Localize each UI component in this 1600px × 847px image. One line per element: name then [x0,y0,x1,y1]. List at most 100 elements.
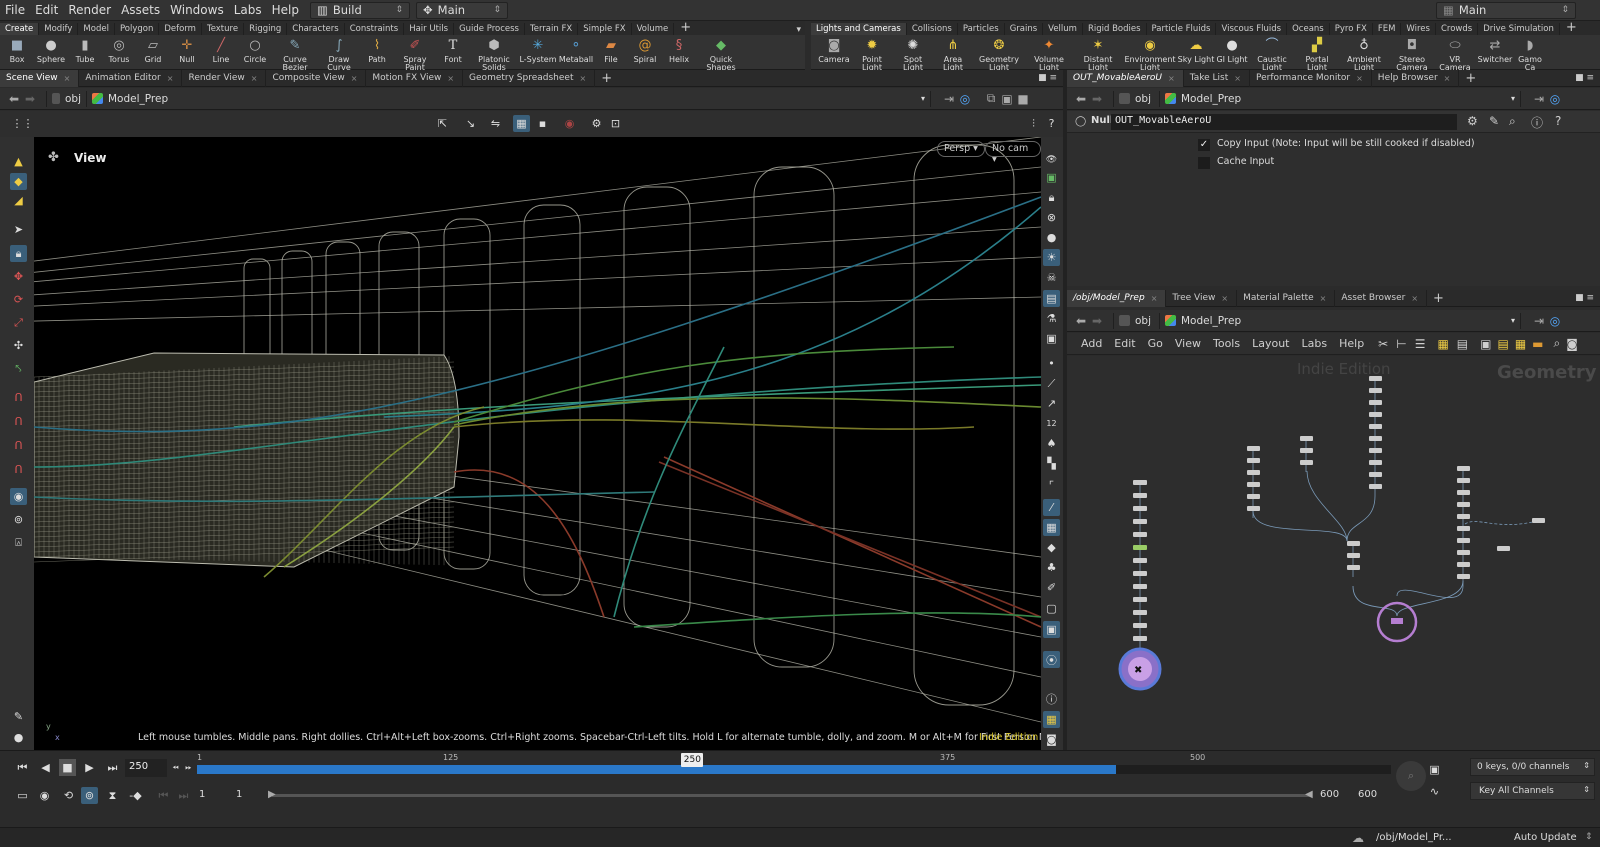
tool-path[interactable]: ⌇ Path [360,35,394,64]
tab-asset-browser[interactable]: Asset Browser × [1335,289,1428,307]
leaf-icon[interactable]: ♣ [1043,559,1060,576]
network-menu-help[interactable]: Help [1339,337,1364,350]
close-icon[interactable]: × [1356,74,1363,83]
tool-gamo-ca[interactable]: ◗ Gamo Ca [1515,35,1545,73]
menu-render[interactable]: Render [63,3,116,17]
record-icon[interactable]: ◉ [561,115,578,132]
stop-icon[interactable]: ■ [59,759,76,776]
viewport[interactable]: ✤ View Persp ▾ No cam ▾ Left mouse tumbl… [34,137,1041,750]
add-shelf-tab-button[interactable]: + [1560,20,1583,35]
close-circle-icon[interactable]: ⊗ [1043,209,1060,226]
tool-line[interactable]: ╱ Line [204,35,238,64]
network-menu-add[interactable]: Add [1081,337,1102,350]
forward-arrow-icon[interactable]: ➡ [1089,314,1105,328]
right-context-selector[interactable]: ▦ Main ⇕ [1436,1,1576,19]
menu-assets[interactable]: Assets [116,3,165,17]
tab-tree-view[interactable]: Tree View × [1166,289,1238,307]
frame-step-icon[interactable]: ⧗ [104,787,121,804]
display-options-icon[interactable]: ⚙ [588,115,605,132]
keys-channel-indicator[interactable]: 0 keys, 0/0 channels ⇕ [1470,758,1595,776]
tab-network[interactable]: /obj/Model_Prep × [1067,289,1167,307]
help-icon[interactable]: ? [1555,114,1561,128]
brush-display-icon[interactable]: ▚ [1043,455,1060,472]
tool-null[interactable]: ✛ Null [170,35,204,64]
sticky-note-icon[interactable]: ▤ [1497,337,1508,351]
rotate-tool-icon[interactable]: ⟳ [10,291,27,308]
key-icon[interactable]: ▣ [1426,761,1443,778]
corner-icon[interactable]: ⌜ [1043,477,1060,494]
gear-icon[interactable]: ⚙ [1467,114,1478,128]
skip-end-icon[interactable]: ⏭︎ [104,759,121,776]
magnet-icon[interactable]: Ո [10,389,27,406]
audio-icon[interactable]: ◉ [36,787,53,804]
tab-animation-editor[interactable]: Animation Editor × [79,69,183,87]
select-arrow-icon[interactable]: ➤ [10,221,27,238]
paint-tool-icon[interactable]: ◆ [10,173,27,190]
info-icon[interactable]: ⓘ [1531,114,1543,131]
magnet-icon[interactable]: Ո [10,437,27,454]
cache-input-checkbox[interactable] [1198,157,1210,169]
tool-camera[interactable]: ◙ Camera [817,35,851,64]
add-pane-tab-button[interactable]: + [595,71,618,86]
forward-arrow-icon[interactable]: ➡ [22,92,38,106]
shelf-tab-lights-cameras[interactable]: Lights and Cameras [811,23,907,35]
tool-metaball[interactable]: ⚬ Metaball [558,35,594,64]
link-icon[interactable]: ◎ [1547,92,1563,106]
shelf-tab-model[interactable]: Model [78,23,115,35]
move-tool-icon[interactable]: ✥ [10,268,27,285]
chevron-down-icon[interactable]: ▾ [796,25,805,35]
tool-distant-light[interactable]: ✶ Distant Light [1073,35,1123,73]
persp-menu[interactable]: Persp ▾ [937,141,985,157]
record-view-icon[interactable]: ⊚ [10,511,27,528]
prev-key-icon[interactable]: ⏮︎ [155,787,172,804]
pin-icon[interactable]: ⇥ [1531,314,1547,328]
shelf-tab-grains[interactable]: Grains [1005,23,1044,35]
tool-area-light[interactable]: ⋔ Area Light [933,35,973,73]
close-icon[interactable]: × [1168,74,1175,83]
search-icon[interactable]: ⌕ [1554,336,1561,351]
add-pane-tab-button[interactable]: + [1459,71,1482,86]
tool-file[interactable]: ▰ File [594,35,628,64]
ghost-icon[interactable]: ▣ [1043,169,1060,186]
tool-gi-light[interactable]: ● GI Light [1215,35,1249,64]
tool-options-icon[interactable]: ⫶ [1025,115,1042,132]
lock-camera-icon[interactable]: 🔒︎ [1043,189,1060,206]
shelf-tab-modify[interactable]: Modify [39,23,79,35]
pin-icon[interactable]: ⇥ [1531,92,1547,106]
key-step-icon[interactable]: -◆ [127,787,144,804]
light-bulb-icon[interactable]: ☀ [1043,249,1060,266]
tool-torus[interactable]: ◎ Torus [102,35,136,64]
range-slider[interactable] [272,794,1312,797]
menu-windows[interactable]: Windows [165,3,229,17]
search-icon[interactable]: ⌕ [1509,114,1516,129]
shelf-tab-viscous-fluids[interactable]: Viscous Fluids [1216,23,1288,35]
tool-sphere[interactable]: ● Sphere [34,35,68,64]
cone-tool-icon[interactable]: ▲ [10,153,27,170]
shelf-tab-rigid-bodies[interactable]: Rigid Bodies [1083,23,1147,35]
close-icon[interactable]: × [351,74,358,83]
close-icon[interactable]: × [1234,74,1241,83]
tool-switcher[interactable]: ⇄ Switcher [1475,35,1515,64]
tool-spiral[interactable]: @ Spiral [628,35,662,64]
network-menu-layout[interactable]: Layout [1252,337,1289,350]
location-icon[interactable]: ⦿ [1043,651,1060,668]
status-path[interactable]: /obj/Model_Pr... [1376,832,1452,843]
link-icon[interactable]: ◎ [957,92,973,106]
tool-vr-camera[interactable]: ⬭ VR Camera [1435,35,1475,73]
back-arrow-icon[interactable]: ⬅ [1073,92,1089,106]
menu-edit[interactable]: Edit [30,3,63,17]
network-menu-view[interactable]: View [1175,337,1201,350]
range-end-field[interactable]: 600 [1320,789,1339,800]
loop-icon[interactable]: ⟲ [60,787,77,804]
viewport-icon[interactable]: ▣ [999,92,1015,106]
pose-tool-icon[interactable]: ⤣ [10,360,27,377]
display-icon[interactable]: 👁︎ [1043,151,1060,168]
info-icon[interactable]: ⓘ [1043,690,1060,707]
normal-display-icon[interactable]: ⟋ [1043,375,1060,392]
scale-tool-icon[interactable]: ⤢ [10,314,27,331]
camera-icon[interactable]: ◙ [1566,337,1578,351]
magnet-icon[interactable]: Ո [10,413,27,430]
close-icon[interactable]: × [251,74,258,83]
tool-stereo-camera[interactable]: ◘ Stereo Camera [1389,35,1435,73]
skip-start-icon[interactable]: ⏮︎ [14,759,31,776]
